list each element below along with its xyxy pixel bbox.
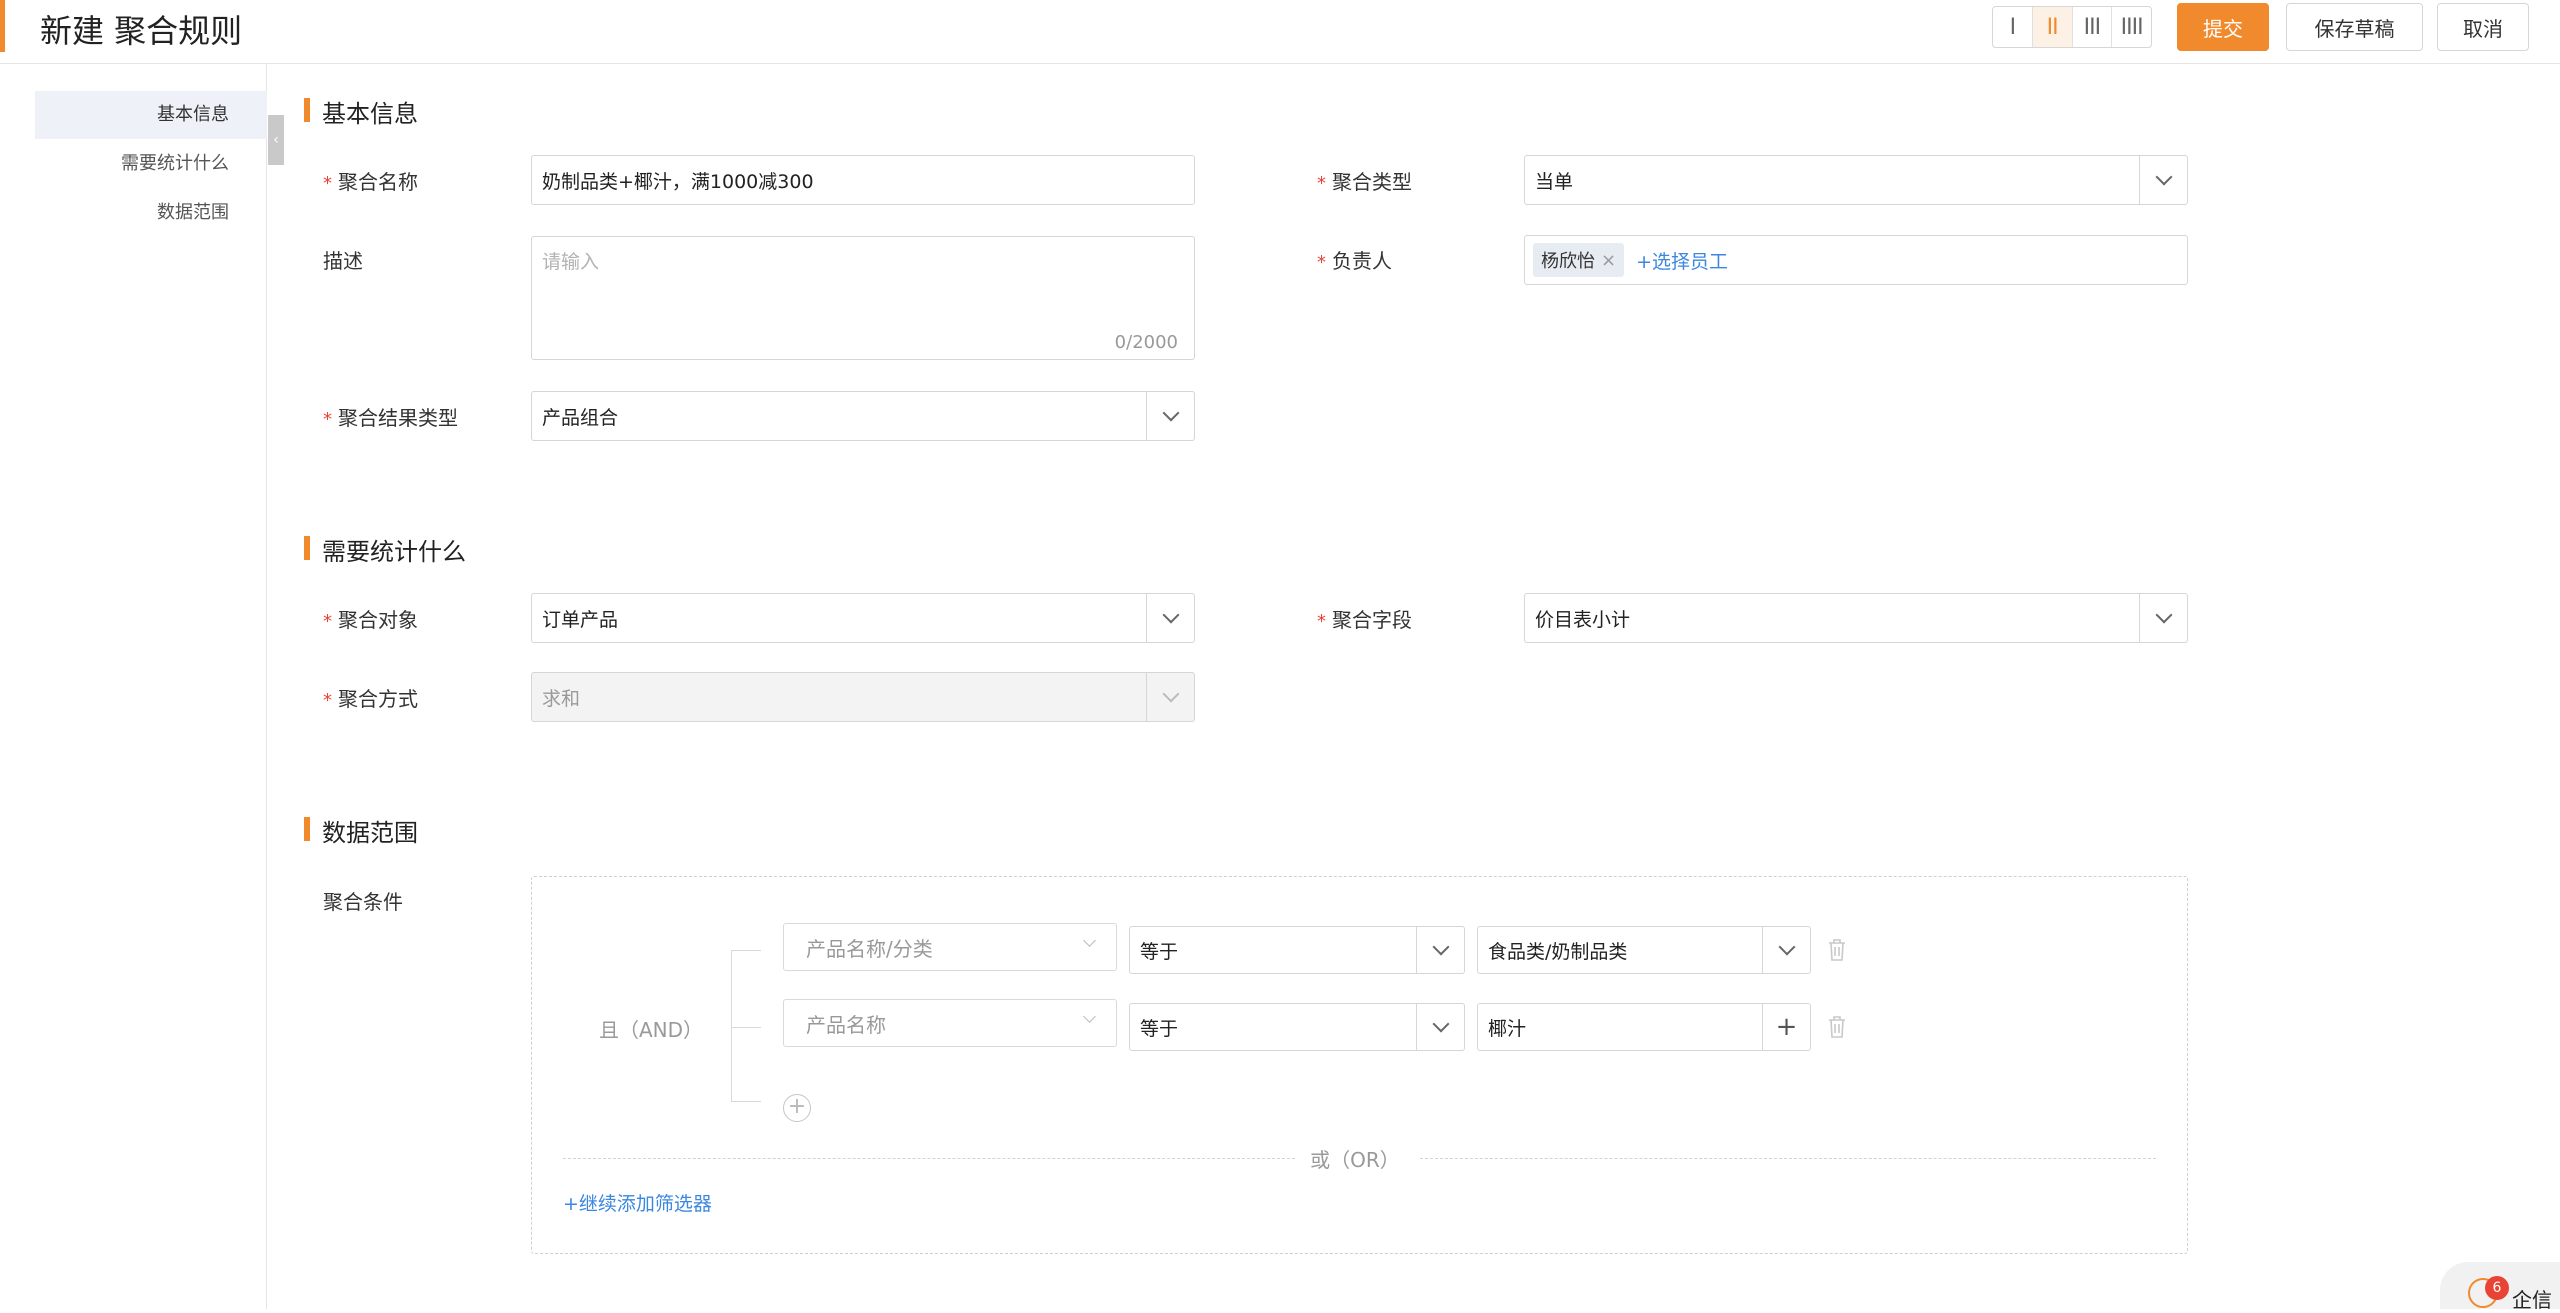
add-condition-icon[interactable]: + <box>783 1094 811 1122</box>
owner-tag: 杨欣怡 × <box>1533 243 1625 277</box>
aggregation-name-input[interactable]: 奶制品类+椰汁，满1000减300 <box>531 155 1195 205</box>
cancel-button[interactable]: 取消 <box>2437 3 2529 51</box>
section-accent-bar <box>304 98 310 122</box>
column-layout-switch: I II III IIII <box>1992 6 2152 48</box>
filter-operator-select[interactable]: 等于 <box>1129 1003 1465 1051</box>
filter-value-input[interactable]: 椰汁 + <box>1477 1003 1811 1051</box>
add-filter-link[interactable]: +继续添加筛选器 <box>563 1189 712 1216</box>
required-marker: * <box>1317 252 1326 273</box>
required-marker: * <box>323 173 332 194</box>
aggregation-object-select[interactable]: 订单产品 <box>531 593 1195 643</box>
layout-1-column-button[interactable]: I <box>1993 7 2033 47</box>
required-marker: * <box>1317 173 1326 194</box>
or-divider-left <box>563 1158 1295 1159</box>
section-accent-bar <box>304 536 310 560</box>
trash-icon[interactable] <box>1827 938 1847 962</box>
or-divider-label: 或（OR） <box>1310 1148 1400 1172</box>
page-header: 新建 聚合规则 I II III IIII 提交 保存草稿 取消 <box>0 0 2560 64</box>
name-label: * 聚合名称 <box>323 170 418 194</box>
or-divider-right <box>1420 1158 2156 1159</box>
character-count: 0/2000 <box>1114 332 1178 353</box>
section-sidenav: 基本信息 需要统计什么 数据范围 <box>0 64 267 1309</box>
section-title-data-scope: 数据范围 <box>304 813 418 848</box>
section-title-basic: 基本信息 <box>304 94 418 129</box>
notification-badge: 6 <box>2485 1276 2509 1300</box>
owner-label: * 负责人 <box>1317 249 1392 273</box>
sidenav-item-data-scope[interactable]: 数据范围 <box>35 189 267 237</box>
page-title: 新建 聚合规则 <box>40 12 243 50</box>
chevron-down-icon[interactable] <box>1416 1004 1464 1050</box>
plus-icon[interactable]: + <box>1762 1004 1810 1050</box>
required-marker: * <box>323 690 332 711</box>
trash-icon[interactable] <box>1827 1015 1847 1039</box>
chevron-down-icon <box>1146 673 1194 721</box>
required-marker: * <box>323 611 332 632</box>
filter-value-select[interactable]: 食品类/奶制品类 <box>1477 926 1811 974</box>
header-accent-bar <box>0 0 5 52</box>
filter-field-select[interactable]: 产品名称 <box>783 999 1117 1047</box>
aggregation-condition-label: 聚合条件 <box>323 890 403 914</box>
chevron-down-icon[interactable] <box>1146 594 1194 642</box>
description-placeholder: 请输入 <box>542 251 600 273</box>
required-marker: * <box>1317 611 1326 632</box>
filter-operator-select[interactable]: 等于 <box>1129 926 1465 974</box>
chevron-down-icon[interactable] <box>2139 594 2187 642</box>
description-label: 描述 <box>323 249 363 273</box>
layout-3-column-button[interactable]: III <box>2073 7 2113 47</box>
result-type-label: * 聚合结果类型 <box>323 406 458 430</box>
chevron-down-icon <box>1083 934 1096 947</box>
sidenav-collapse-button[interactable]: ‹ <box>268 115 284 165</box>
save-draft-button[interactable]: 保存草稿 <box>2286 3 2423 51</box>
sidenav-item-statistics[interactable]: 需要统计什么 <box>35 140 267 188</box>
chevron-left-icon: ‹ <box>273 132 279 148</box>
section-accent-bar <box>304 817 310 841</box>
chevron-down-icon[interactable] <box>2139 156 2187 204</box>
sidenav-item-basic-info[interactable]: 基本信息 <box>35 91 267 139</box>
chevron-down-icon[interactable] <box>1146 392 1194 440</box>
filter-field-select[interactable]: 产品名称/分类 <box>783 923 1117 971</box>
aggregation-method-select: 求和 <box>531 672 1195 722</box>
submit-button[interactable]: 提交 <box>2177 3 2269 51</box>
chevron-down-icon <box>1083 1010 1096 1023</box>
type-label: * 聚合类型 <box>1317 170 1412 194</box>
aggregation-field-label: * 聚合字段 <box>1317 608 1412 632</box>
required-marker: * <box>323 409 332 430</box>
add-employee-link[interactable]: +选择员工 <box>1636 247 1728 274</box>
aggregation-type-select[interactable]: 当单 <box>1524 155 2188 205</box>
section-title-statistics: 需要统计什么 <box>304 532 466 567</box>
remove-tag-icon[interactable]: × <box>1601 250 1616 271</box>
layout-2-column-button[interactable]: II <box>2032 7 2073 47</box>
owner-picker: 杨欣怡 × +选择员工 <box>1524 235 2188 285</box>
aggregation-field-select[interactable]: 价目表小计 <box>1524 593 2188 643</box>
aggregation-method-label: * 聚合方式 <box>323 687 418 711</box>
result-type-select[interactable]: 产品组合 <box>531 391 1195 441</box>
description-textarea[interactable]: 请输入 0/2000 <box>531 236 1195 360</box>
aggregation-object-label: * 聚合对象 <box>323 608 418 632</box>
and-operator-label[interactable]: 且（AND） <box>599 1014 703 1043</box>
chevron-down-icon[interactable] <box>1416 927 1464 973</box>
chevron-down-icon[interactable] <box>1762 927 1810 973</box>
layout-4-column-button[interactable]: IIII <box>2112 7 2151 47</box>
and-bracket <box>731 950 761 1102</box>
and-bracket-connector <box>731 1027 761 1028</box>
